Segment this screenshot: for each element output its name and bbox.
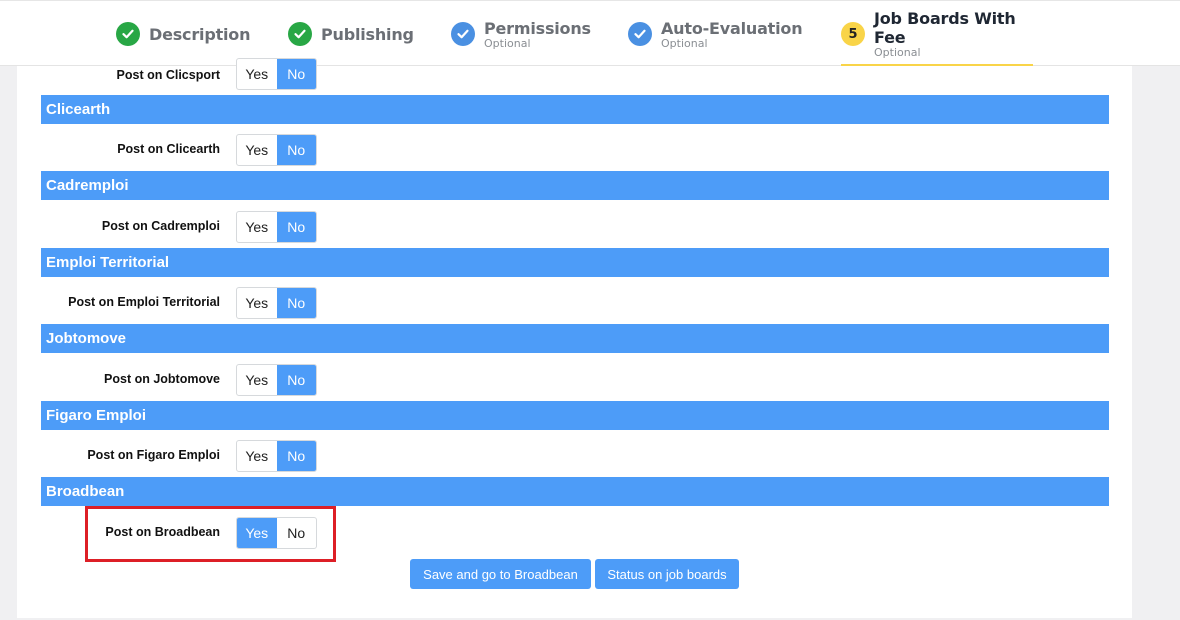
step-description[interactable]: Description (116, 1, 250, 67)
toggle-yes[interactable]: Yes (237, 212, 277, 242)
save-and-go-to-broadbean-button[interactable]: Save and go to Broadbean (410, 559, 591, 589)
step-label: Auto-Evaluation (661, 18, 803, 38)
toggle-yes[interactable]: Yes (237, 59, 277, 89)
section-header-figaro-emploi: Figaro Emploi (41, 401, 1109, 430)
post-on-figaro-emploi-label: Post on Figaro Emploi (87, 448, 220, 462)
step-sublabel: Optional (484, 36, 531, 50)
post-on-clicsport-label: Post on Clicsport (116, 68, 220, 82)
step-number-badge: 5 (841, 22, 865, 46)
toggle-no[interactable]: No (276, 59, 316, 89)
section-header-broadbean: Broadbean (41, 477, 1109, 506)
post-on-jobtomove-label: Post on Jobtomove (104, 372, 220, 386)
post-on-clicearth-label: Post on Clicearth (117, 142, 220, 156)
toggle-no[interactable]: No (276, 288, 316, 318)
step-permissions[interactable]: Permissions Optional (451, 1, 591, 67)
toggle-no[interactable]: No (276, 212, 316, 242)
toggle-yes[interactable]: Yes (237, 365, 277, 395)
check-icon (628, 22, 652, 46)
step-sublabel: Optional (661, 36, 708, 50)
jobtomove-toggle: Yes No (236, 364, 317, 396)
toggle-yes[interactable]: Yes (237, 441, 277, 471)
section-header-jobtomove: Jobtomove (41, 324, 1109, 353)
toggle-no[interactable]: No (276, 441, 316, 471)
page-side-gutter (1133, 66, 1180, 620)
highlight-annotation-box (85, 506, 336, 562)
section-header-cadremploi: Cadremploi (41, 171, 1109, 200)
step-job-boards-with-fee[interactable]: 5 Job Boards With Fee Optional (841, 1, 1033, 67)
post-on-cadremploi-label: Post on Cadremploi (101, 219, 220, 233)
toggle-yes[interactable]: Yes (237, 288, 277, 318)
post-on-emploi-territorial-label: Post on Emploi Territorial (68, 295, 220, 309)
step-label: Publishing (321, 24, 414, 44)
clicsport-toggle: Yes No (236, 58, 317, 90)
step-auto-evaluation[interactable]: Auto-Evaluation Optional (628, 1, 803, 67)
check-icon (451, 22, 475, 46)
toggle-yes[interactable]: Yes (237, 135, 277, 165)
toggle-no[interactable]: No (276, 135, 316, 165)
check-icon (288, 22, 312, 46)
cadremploi-toggle: Yes No (236, 211, 317, 243)
step-label: Description (149, 24, 251, 44)
clicearth-toggle: Yes No (236, 134, 317, 166)
step-label: Permissions (484, 18, 591, 38)
check-icon (116, 22, 140, 46)
stepper-header: Description Publishing Permissions Optio… (0, 0, 1180, 67)
step-label: Job Boards With Fee (874, 9, 1016, 47)
section-header-clicearth: Clicearth (41, 95, 1109, 124)
figaro-emploi-toggle: Yes No (236, 440, 317, 472)
section-header-emploi-territorial: Emploi Territorial (41, 248, 1109, 277)
emploi-territorial-toggle: Yes No (236, 287, 317, 319)
status-on-job-boards-button[interactable]: Status on job boards (595, 559, 739, 589)
toggle-no[interactable]: No (276, 365, 316, 395)
step-sublabel: Optional (874, 46, 921, 59)
